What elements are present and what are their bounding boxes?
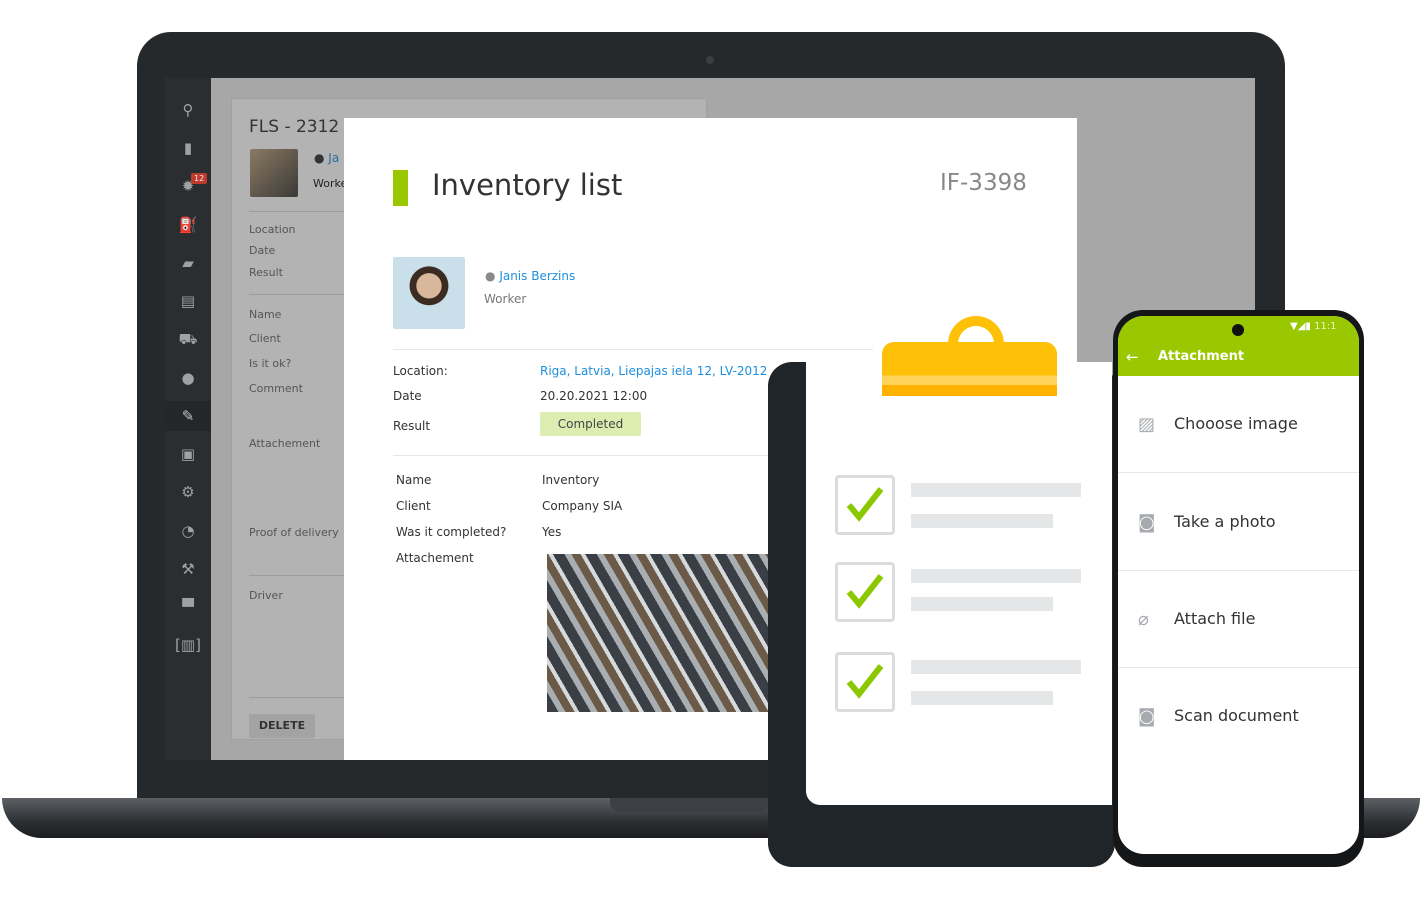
sidebar-item-documents[interactable]: ▮ bbox=[165, 133, 211, 163]
back-card-user: ● Ja bbox=[314, 151, 340, 165]
back-card-role: Worke bbox=[313, 177, 348, 190]
checkmark-icon bbox=[846, 664, 884, 699]
paperclip-icon: ⌀ bbox=[1138, 609, 1149, 630]
checkmark-icon bbox=[846, 487, 884, 522]
sidebar-item-barcode[interactable]: [▥] bbox=[165, 630, 211, 660]
document-icon: ▮ bbox=[183, 139, 193, 157]
location-label: Location: bbox=[393, 364, 448, 378]
sidebar-item-clipboard[interactable]: ▤ bbox=[165, 286, 211, 316]
laptop-camera bbox=[706, 56, 714, 64]
chat-icon: ▰ bbox=[182, 254, 194, 272]
attachment-photo[interactable] bbox=[547, 554, 769, 712]
option-attach-file[interactable]: ⌀ Attach file bbox=[1118, 571, 1359, 668]
sidebar: ⚲ ▮ ✹ 12 ⛽ ▰ ▤ ⛟ ● ✎ ▣ ⚙ ◔ ⚒ ▀ [▥] bbox=[165, 78, 211, 760]
paint-roller-icon: ▀ bbox=[182, 598, 194, 616]
field-label: Result bbox=[249, 266, 283, 279]
checkmark-icon bbox=[846, 574, 884, 609]
edit-form-icon: ✎ bbox=[181, 407, 195, 425]
worker-name[interactable]: ● Janis Berzins bbox=[485, 269, 575, 283]
tools-icon: ⚒ bbox=[181, 560, 195, 578]
sidebar-item-calendar[interactable]: ▣ bbox=[165, 439, 211, 469]
barcode-icon: [▥] bbox=[175, 636, 201, 654]
option-choose-image[interactable]: ▨ Chooose image bbox=[1118, 376, 1359, 473]
sidebar-item-vehicles[interactable]: ⛟ bbox=[165, 324, 211, 354]
attachment-label: Attachement bbox=[396, 551, 474, 565]
field-label: Attachement bbox=[249, 437, 321, 450]
worker-avatar bbox=[393, 257, 465, 329]
clipboard-icon: ▤ bbox=[180, 292, 196, 310]
option-take-photo[interactable]: ◙ Take a photo bbox=[1118, 474, 1359, 571]
phone-app-bar: ▼◢▮ 11:1 ← Attachment bbox=[1118, 316, 1359, 376]
camera-icon: ◙ bbox=[1138, 512, 1156, 533]
map-route-icon: ⚲ bbox=[182, 101, 194, 119]
sidebar-item-tasks[interactable]: ✹ 12 bbox=[165, 171, 211, 201]
checkbox-checked bbox=[835, 652, 895, 712]
completed-label: Was it completed? bbox=[396, 525, 507, 539]
sidebar-item-settings[interactable]: ⚙ bbox=[165, 477, 211, 507]
client-value: Company SIA bbox=[542, 499, 623, 513]
date-value: 20.20.2021 12:00 bbox=[540, 389, 648, 403]
settings-icon: ⚙ bbox=[181, 483, 195, 501]
field-label: Location bbox=[249, 223, 296, 236]
field-label: Proof of delivery bbox=[249, 526, 339, 539]
field-label: Is it ok? bbox=[249, 357, 292, 370]
field-label: Date bbox=[249, 244, 276, 257]
sidebar-item-tools[interactable]: ⚒ bbox=[165, 554, 211, 584]
phone-screen: ▼◢▮ 11:1 ← Attachment ▨ Chooose image ◙ Ta… bbox=[1118, 316, 1359, 854]
sidebar-item-time[interactable]: ◔ bbox=[165, 516, 211, 546]
laptop-notch bbox=[610, 798, 770, 812]
sidebar-item-chat[interactable]: ▰ bbox=[165, 248, 211, 278]
form-code: IF-3398 bbox=[940, 170, 1027, 196]
date-label: Date bbox=[393, 389, 422, 403]
worker-role: Worker bbox=[484, 292, 527, 306]
checkbox-checked bbox=[835, 475, 895, 535]
sidebar-item-painting[interactable]: ▀ bbox=[165, 592, 211, 622]
calendar-icon: ▣ bbox=[180, 445, 196, 463]
form-title: Inventory list bbox=[432, 168, 623, 202]
camera-icon: ◙ bbox=[1138, 706, 1156, 727]
image-icon: ▨ bbox=[1138, 414, 1156, 435]
delete-button[interactable]: DELETE bbox=[249, 714, 315, 738]
field-label: Name bbox=[249, 308, 282, 321]
name-label: Name bbox=[396, 473, 432, 487]
back-card-title: FLS - 2312 bbox=[249, 117, 340, 137]
back-card-avatar bbox=[250, 149, 298, 197]
app-bar-title: Attachment bbox=[1158, 349, 1245, 364]
sidebar-item-users[interactable]: ● bbox=[165, 363, 211, 393]
clock-icon: ◔ bbox=[181, 522, 195, 540]
clipboard-clip bbox=[882, 342, 1057, 396]
user-icon: ● bbox=[485, 269, 496, 283]
phone-camera bbox=[1232, 324, 1244, 336]
checkbox-checked bbox=[835, 562, 895, 622]
accent-bar bbox=[393, 170, 408, 206]
client-label: Client bbox=[396, 499, 431, 513]
sidebar-item-forms[interactable]: ✎ bbox=[165, 401, 211, 431]
status-bar: ▼◢▮ 11:1 bbox=[1290, 321, 1337, 332]
sidebar-item-fuel[interactable]: ⛽ bbox=[165, 210, 211, 240]
user-icon: ● bbox=[181, 369, 195, 387]
completed-value: Yes bbox=[542, 525, 562, 539]
back-arrow-icon[interactable]: ← bbox=[1126, 348, 1139, 366]
result-label: Result bbox=[393, 419, 431, 433]
name-value: Inventory bbox=[542, 473, 600, 487]
fuel-icon: ⛽ bbox=[178, 216, 198, 234]
field-label: Client bbox=[249, 332, 281, 345]
car-icon: ⛟ bbox=[178, 330, 198, 348]
status-badge: Completed bbox=[540, 412, 641, 436]
field-label: Driver bbox=[249, 589, 283, 602]
notification-badge: 12 bbox=[191, 173, 208, 184]
option-scan-document[interactable]: ◙ Scan document bbox=[1118, 668, 1359, 765]
sidebar-item-routes[interactable]: ⚲ bbox=[165, 95, 211, 125]
field-label: Comment bbox=[249, 382, 303, 395]
location-link[interactable]: Riga, Latvia, Liepajas iela 12, LV-2012 bbox=[540, 364, 767, 378]
clipboard-paper bbox=[806, 362, 1112, 805]
